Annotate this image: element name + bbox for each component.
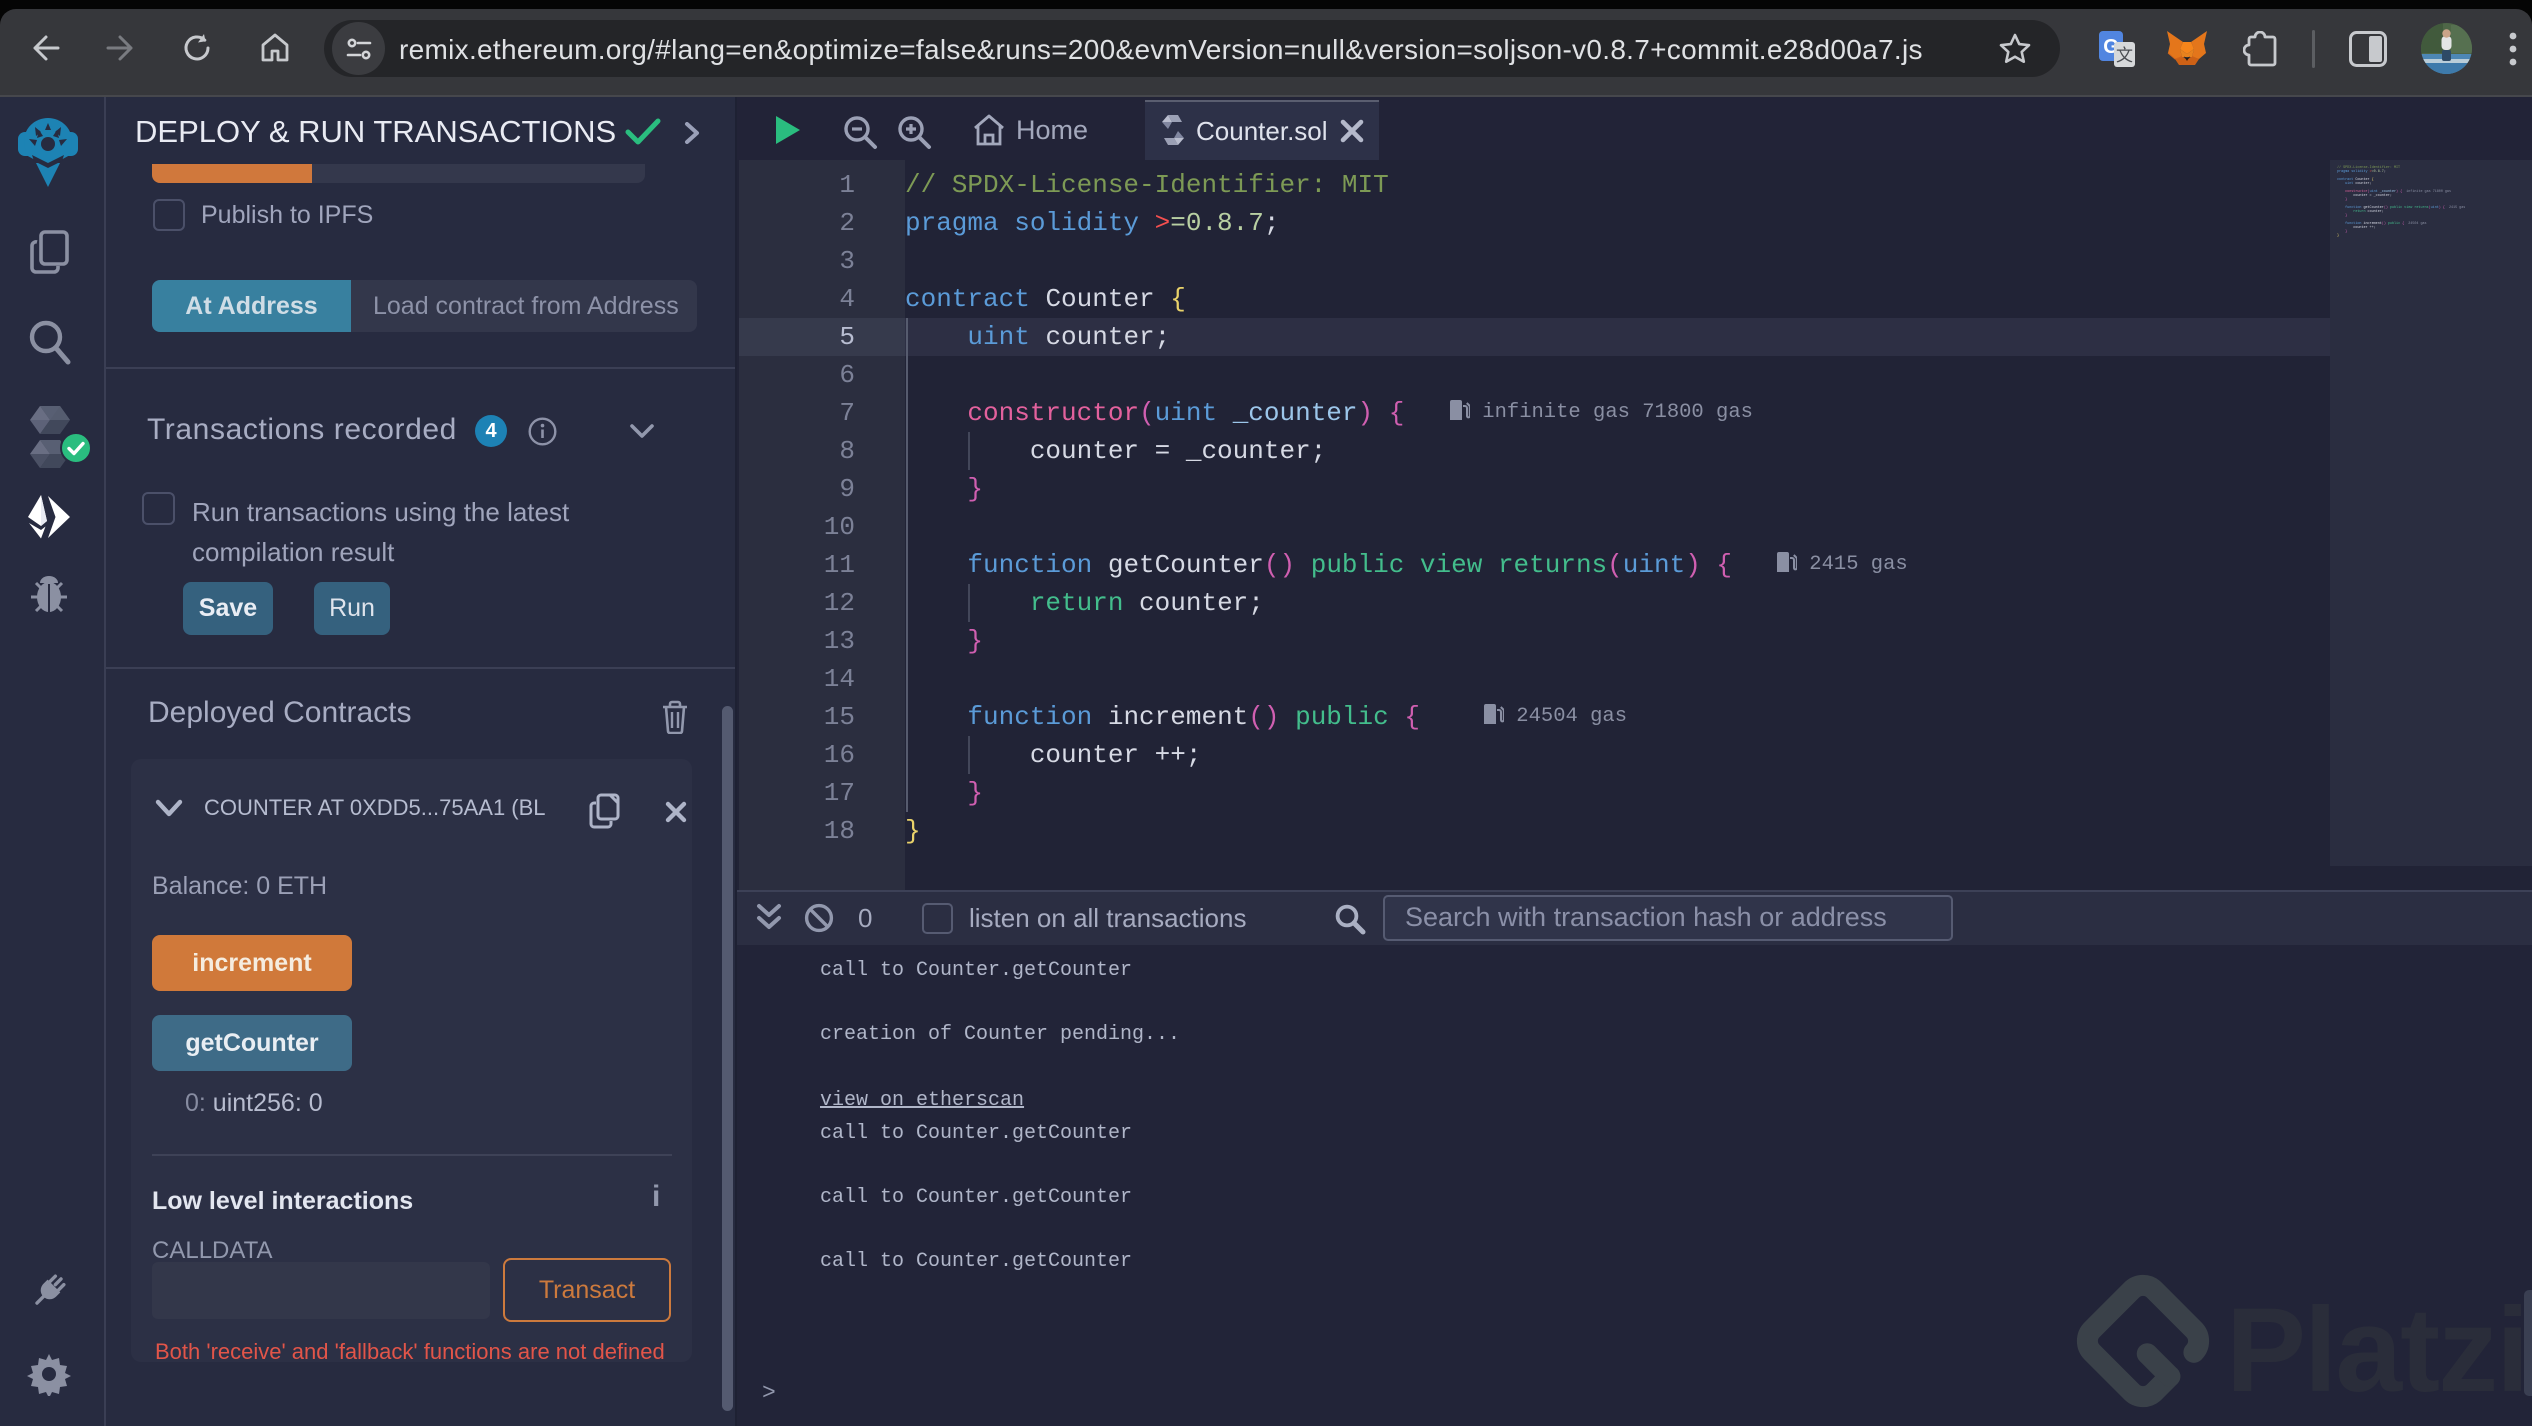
svg-text:文: 文 [2116,46,2133,65]
svg-text:Platzi: Platzi [2226,1283,2527,1417]
